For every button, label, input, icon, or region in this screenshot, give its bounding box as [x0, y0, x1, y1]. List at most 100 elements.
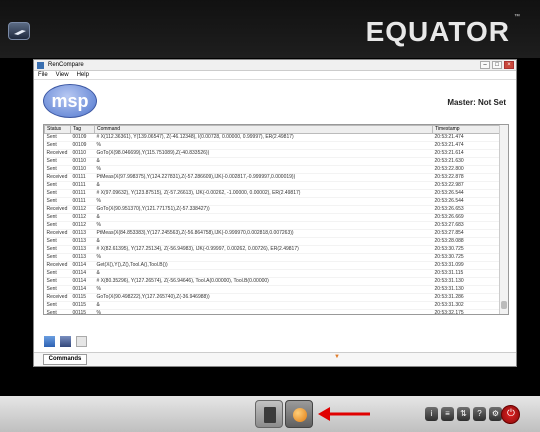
table-row[interactable]: Sent 00111% 20:53:26.544: [44, 197, 501, 206]
run-icon[interactable]: [44, 336, 55, 347]
tag-cell: 00109: [70, 133, 95, 142]
tag-cell: 00111: [70, 197, 95, 206]
tag-cell: 00112: [70, 221, 95, 230]
command-cell: %: [94, 165, 433, 174]
clear-icon[interactable]: [76, 336, 87, 347]
command-cell: &: [94, 213, 433, 222]
timestamp-cell: 20:53:22.878: [432, 173, 501, 182]
tag-cell: 00112: [70, 205, 95, 214]
status-cell: Sent: [44, 269, 71, 278]
table-row[interactable]: Sent 00110% 20:53:22.800: [44, 165, 501, 174]
tag-cell: 00111: [70, 181, 95, 190]
window-controls: – □ ×: [480, 61, 514, 69]
tag-cell: 00115: [70, 301, 95, 310]
table-row[interactable]: Received 00112 GoTo(X(90.951370),Y(121.771…: [44, 205, 501, 214]
command-cell: %: [94, 253, 433, 262]
toolbar: [44, 336, 87, 347]
home-icon: [14, 30, 26, 35]
command-cell: GoTo(X(98.046699),Y(115.751089),Z(-40.83…: [94, 149, 433, 158]
table-row[interactable]: Sent 00112 & 20:53:26.669: [44, 213, 501, 222]
window-titlebar: RenCompare – □ ×: [34, 60, 516, 71]
command-cell: GoTo(X(90.498222),Y(127.265740),Z(-36.94…: [94, 293, 433, 302]
table-row[interactable]: Sent 00111 & 20:53:22.987: [44, 181, 501, 190]
table-row[interactable]: Sent 00114 # X(80.35296), Y(127.26574), Z(…: [44, 277, 501, 286]
timestamp-cell: 20:53:32.175: [432, 309, 501, 314]
tag-cell: 00115: [70, 309, 95, 314]
scroll-thumb[interactable]: [501, 301, 507, 309]
status-cell: Sent: [44, 309, 71, 314]
table-row[interactable]: Sent 00113% 20:53:30.725: [44, 253, 501, 262]
minimize-button[interactable]: –: [480, 61, 490, 69]
maximize-button[interactable]: □: [492, 61, 502, 69]
table-row[interactable]: Sent 00113 # X(82.61395), Y(127.25134), Z(…: [44, 245, 501, 254]
save-icon[interactable]: [60, 336, 71, 347]
col-tag[interactable]: Tag: [70, 125, 95, 134]
menu-file[interactable]: File: [38, 71, 48, 79]
close-button[interactable]: ×: [504, 61, 514, 69]
table-row[interactable]: Sent 00115 & 20:53:31.302: [44, 301, 501, 310]
rencompare-button[interactable]: [285, 400, 313, 428]
command-cell: &: [94, 269, 433, 278]
power-button[interactable]: ⏻: [501, 405, 520, 424]
menu-view[interactable]: View: [56, 71, 69, 79]
col-timestamp[interactable]: Timestamp: [432, 125, 501, 134]
status-cell: Sent: [44, 141, 71, 150]
power-icon: ⏻: [507, 408, 515, 419]
collapse-arrow-icon[interactable]: ▼: [334, 354, 342, 360]
tab-commands[interactable]: Commands: [43, 354, 87, 365]
col-status[interactable]: Status: [44, 125, 71, 134]
tag-cell: 00111: [70, 173, 95, 182]
command-cell: # X(82.61395), Y(127.25134), Z(-56.94983…: [94, 245, 433, 254]
app-icon: [37, 62, 44, 69]
table-row[interactable]: Received 00115 GoTo(X(90.498222),Y(127.265…: [44, 293, 501, 302]
table-row[interactable]: Sent 00109% 20:53:21.474: [44, 141, 501, 150]
table-row[interactable]: Received 00113 PtMeas(X(84.853383),Y(127.2…: [44, 229, 501, 238]
timestamp-cell: 20:53:26.544: [432, 189, 501, 198]
status-cell: Sent: [44, 133, 71, 142]
status-cell: Sent: [44, 285, 71, 294]
table-row[interactable]: Received 00110 GoTo(X(98.046699),Y(115.751…: [44, 149, 501, 158]
tag-cell: 00109: [70, 141, 95, 150]
col-command[interactable]: Command: [94, 125, 433, 134]
table-row[interactable]: Sent 00110 & 20:53:21.630: [44, 157, 501, 166]
command-cell: &: [94, 237, 433, 246]
brand-tm: ™: [514, 14, 520, 20]
timestamp-cell: 20:53:31.115: [432, 269, 501, 278]
tag-cell: 00114: [70, 277, 95, 286]
command-table: Status Tag Command Timestamp Sent 00109 # …: [43, 124, 509, 315]
table-row[interactable]: Sent 00109 # X(112.36361), Y(139.06547), Z…: [44, 133, 501, 142]
table-row[interactable]: Sent 00113 & 20:53:28.088: [44, 237, 501, 246]
info-icon[interactable]: i: [425, 407, 438, 421]
status-cell: Received: [44, 149, 71, 158]
status-cell: Sent: [44, 245, 71, 254]
right-toolbar: i ≡ ⇅ ? ⚙: [425, 407, 502, 421]
header-area: msp Master: Not Set: [34, 80, 516, 123]
tag-cell: 00113: [70, 229, 95, 238]
table-row[interactable]: Sent 00114% 20:53:31.130: [44, 285, 501, 294]
command-cell: %: [94, 221, 433, 230]
brand-logo: EQUATOR: [365, 16, 510, 47]
tag-cell: 00112: [70, 213, 95, 222]
status-cell: Received: [44, 293, 71, 302]
timestamp-cell: 20:53:21.474: [432, 141, 501, 150]
transfer-icon[interactable]: ⇅: [457, 407, 470, 421]
timestamp-cell: 20:53:22.987: [432, 181, 501, 190]
table-row[interactable]: Received 00114 Get(X(),Y(),Z(),Tool.A(),To…: [44, 261, 501, 270]
tag-cell: 00111: [70, 189, 95, 198]
home-button[interactable]: [8, 22, 30, 40]
machine-button[interactable]: [255, 400, 283, 428]
status-cell: Sent: [44, 189, 71, 198]
table-row[interactable]: Sent 00111 # X(97.09632), Y(123.87515), Z(…: [44, 189, 501, 198]
menu-help[interactable]: Help: [77, 71, 89, 79]
table-row[interactable]: Received 00111 PtMeas(X(97.998375),Y(124.2…: [44, 173, 501, 182]
table-scrollbar[interactable]: [499, 125, 508, 314]
timestamp-cell: 20:53:26.544: [432, 197, 501, 206]
table-row[interactable]: Sent 00114 & 20:53:31.115: [44, 269, 501, 278]
table-row[interactable]: Sent 00112% 20:53:27.683: [44, 221, 501, 230]
help-icon[interactable]: ?: [473, 407, 486, 421]
menu-bar: File View Help: [34, 71, 516, 80]
list-icon[interactable]: ≡: [441, 407, 454, 421]
rencompare-icon: [293, 408, 307, 422]
tag-cell: 00114: [70, 285, 95, 294]
table-row[interactable]: Sent 00115% 20:53:32.175: [44, 309, 501, 314]
